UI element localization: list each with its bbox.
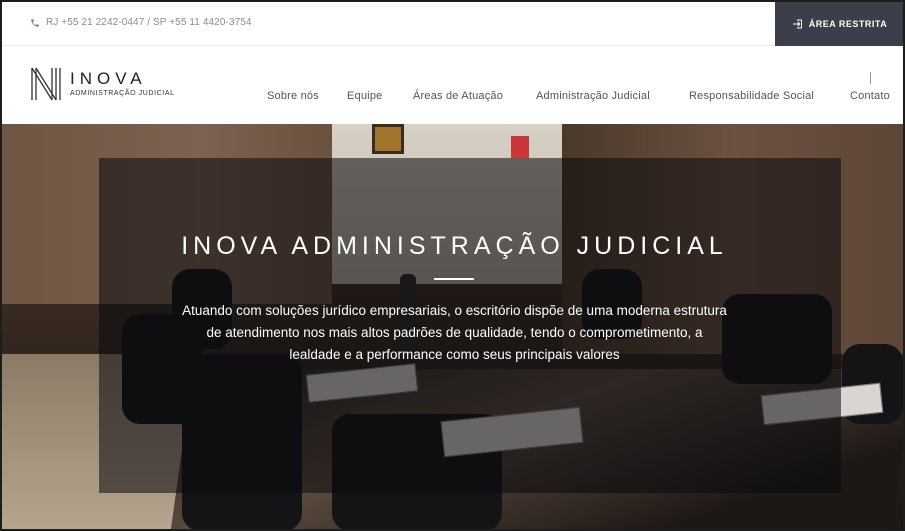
- hero-description: Atuando com soluções jurídico empresaria…: [182, 303, 727, 362]
- logo[interactable]: INOVA ADMINISTRAÇÃO JUDICIAL: [30, 66, 175, 102]
- menu-item-equipe[interactable]: Equipe: [347, 90, 382, 102]
- top-bar: RJ +55 21 2242-0447 / SP +55 11 4420-375…: [2, 2, 903, 46]
- hero-divider: [434, 278, 474, 280]
- hero-painting: [372, 124, 404, 154]
- menu-divider: [870, 72, 871, 84]
- navbar: INOVA ADMINISTRAÇÃO JUDICIAL Sobre nós E…: [2, 46, 903, 124]
- hero-exit-sign: [511, 136, 529, 158]
- menu-item-administracao-judicial[interactable]: Administração Judicial: [536, 90, 650, 102]
- login-icon: [792, 19, 802, 29]
- menu-item-responsabilidade-social[interactable]: Responsabilidade Social: [689, 90, 814, 102]
- hero-title: INOVA ADMINISTRAÇÃO JUDICIAL: [181, 232, 728, 260]
- area-restrita-label: ÁREA RESTRITA: [808, 19, 888, 29]
- page-frame: RJ +55 21 2242-0447 / SP +55 11 4420-375…: [0, 0, 905, 531]
- logo-name: INOVA: [70, 69, 147, 88]
- menu-item-contato[interactable]: Contato: [850, 90, 890, 102]
- hero-banner: INOVA ADMINISTRAÇÃO JUDICIAL Atuando com…: [2, 124, 903, 529]
- phone-icon: [31, 18, 39, 27]
- menu-item-areas-de-atuacao[interactable]: Áreas de Atuação: [413, 90, 503, 102]
- inova-logo-icon: [31, 67, 61, 101]
- phone-info: RJ +55 21 2242-0447 / SP +55 11 4420-375…: [30, 17, 252, 28]
- phone-numbers: RJ +55 21 2242-0447 / SP +55 11 4420-375…: [46, 17, 252, 28]
- menu-item-sobre-nos[interactable]: Sobre nós: [267, 90, 319, 102]
- area-restrita-button[interactable]: ÁREA RESTRITA: [775, 2, 903, 46]
- logo-subtitle: ADMINISTRAÇÃO JUDICIAL: [70, 90, 175, 97]
